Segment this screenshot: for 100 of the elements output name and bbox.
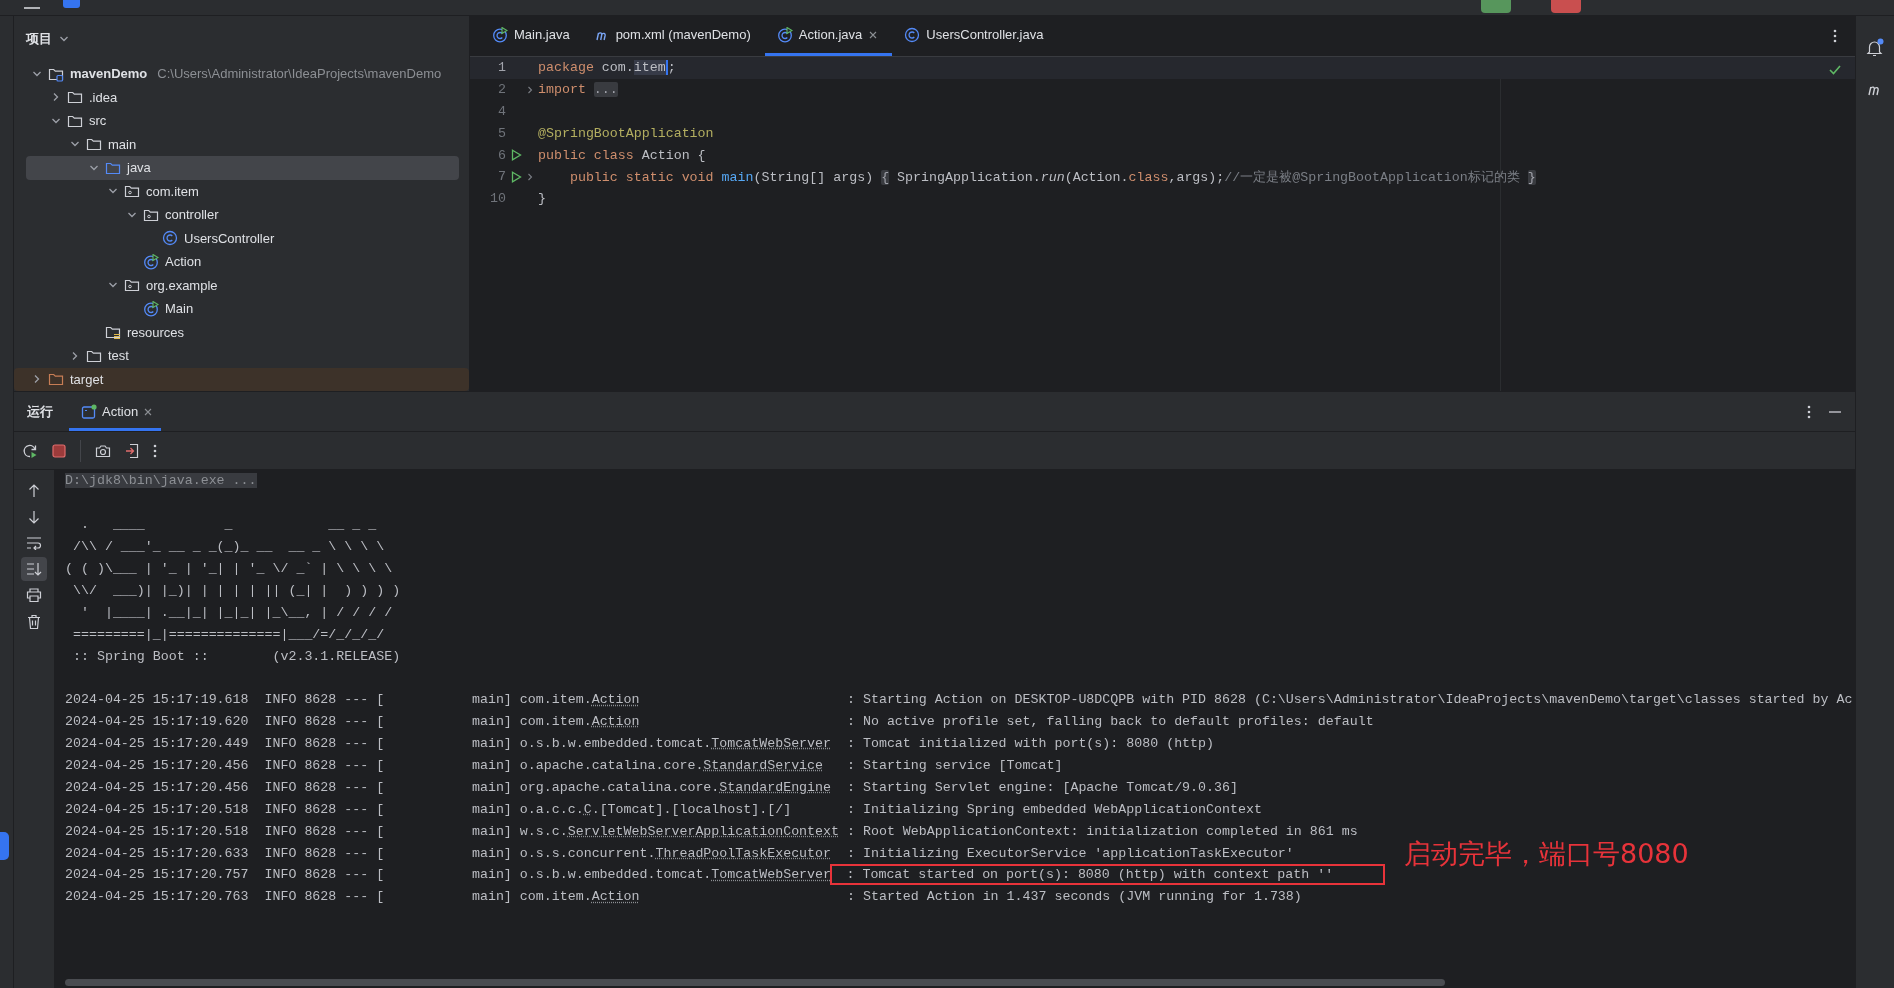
log-prefix: 2024-04-25 15:17:20.518 INFO 8628 --- [ main] [65, 824, 512, 838]
tree-item[interactable]: controller [26, 203, 459, 227]
line-number: 7 [497, 169, 506, 185]
tree-item[interactable]: test [26, 344, 459, 368]
editor-tab[interactable]: Main.java [480, 16, 584, 56]
banner-line: =========|_|==============|___/=/_/_/_/ [71, 627, 385, 641]
package-icon [124, 277, 140, 294]
print-icon[interactable] [26, 588, 42, 602]
log-message: : Tomcat initialized with port(s): 8080 (http) [847, 737, 1215, 751]
log-prefix: 2024-04-25 15:17:20.633 INFO 8628 --- [ main] [65, 846, 512, 860]
folder-icon [86, 136, 102, 153]
tree-item[interactable]: main [26, 132, 459, 156]
banner-line: . ____ _ __ _ _ [79, 518, 377, 532]
code-line: import ... [538, 82, 618, 98]
panel-title: 运行 [27, 402, 53, 421]
code-line: @SpringBootApplication [538, 125, 714, 141]
close-icon[interactable] [143, 406, 154, 417]
project-path: C:\Users\Administrator\IdeaProjects\mavenDemo [157, 66, 442, 82]
banner-line: :: Spring Boot :: (v2.3.1.RELEASE) [71, 649, 401, 663]
log-message: : Starting service [Tomcat] [847, 759, 1063, 772]
logger-name: w.s.c.ServletWebServerApplicationContext [519, 824, 841, 838]
scrollbar-thumb[interactable] [65, 979, 1445, 986]
banner-line: ' |____| .__|_| |_|_| |_\__, | / / / / [79, 605, 393, 619]
editor-tab[interactable]: UsersController.java [892, 16, 1058, 56]
log-message: : No active profile set, falling back to default profiles: default [847, 715, 1374, 729]
log-prefix: 2024-04-25 15:17:20.456 INFO 8628 --- [ main] [65, 759, 512, 772]
editor-tab[interactable]: pom.xml (mavenDemo) [583, 16, 765, 56]
logger-name: o.s.s.concurrent.ThreadPoolTaskExecutor [519, 846, 833, 860]
chevron-icon[interactable] [525, 84, 535, 95]
close-icon[interactable] [868, 29, 879, 40]
runnable-class-icon [492, 26, 508, 43]
logger-name: com.item.Action [519, 890, 641, 904]
logger-name: o.a.c.c.C.[Tomcat].[localhost].[/] [519, 802, 793, 816]
menu-icon[interactable] [24, 4, 40, 12]
logo-icon [63, 0, 80, 8]
check-icon [1829, 65, 1841, 75]
log-prefix: 2024-04-25 15:17:20.456 INFO 8628 --- [ main] [65, 780, 512, 794]
more-icon[interactable] [153, 443, 157, 458]
tree-item[interactable]: Main [26, 297, 459, 321]
annotation-text: 启动完毕，端口号8080 [1404, 837, 1689, 871]
panel-title[interactable]: 项目 [26, 30, 52, 48]
log-message: : Initializing Spring embedded WebApplicationContext [847, 802, 1262, 816]
log-message: : Starting Servlet engine: [Apache Tomcat/9.0.36] [847, 780, 1238, 794]
log-prefix: 2024-04-25 15:17:20.449 INFO 8628 --- [ main] [65, 737, 512, 751]
run-window-icon [81, 403, 97, 420]
trash-icon[interactable] [27, 614, 41, 630]
log-prefix: 2024-04-25 15:17:20.518 INFO 8628 --- [ main] [65, 802, 512, 816]
log-prefix: 2024-04-25 15:17:19.620 INFO 8628 --- [ main] [65, 715, 512, 729]
logger-name: o.s.b.w.embedded.tomcat.TomcatWebServer [519, 868, 833, 882]
tool-window-button[interactable] [0, 832, 9, 860]
tree-item[interactable]: UsersController [26, 226, 459, 250]
line-number: 4 [497, 104, 506, 119]
stop-icon[interactable] [52, 443, 66, 458]
folder-icon [48, 371, 64, 388]
exit-icon[interactable] [125, 442, 139, 459]
tree-item[interactable]: java [26, 156, 459, 180]
tree-item[interactable]: .idea [26, 85, 459, 109]
banner-line: /\\ / ___'_ __ _ _(_)_ __ __ _ \ \ \ \ [71, 540, 385, 554]
class-icon [904, 26, 921, 43]
bell-icon[interactable] [1865, 38, 1885, 58]
log-message: : Tomcat started on port(s): 8080 (http) with context path '' [846, 868, 1334, 882]
rerun-icon[interactable] [22, 442, 38, 459]
arrow-up-icon[interactable] [28, 484, 40, 498]
tree-item[interactable]: org.example [26, 273, 459, 297]
runnable-class-icon [776, 26, 793, 43]
logger-name: com.item.Action [519, 715, 641, 729]
run-tab[interactable]: Action [69, 392, 162, 431]
logger-name: o.apache.catalina.core.StandardService [519, 759, 825, 772]
scroll-to-end-icon [26, 562, 42, 576]
log-prefix: 2024-04-25 15:17:20.757 INFO 8628 --- [ main] [65, 868, 512, 882]
scroll-to-end-button[interactable] [21, 557, 47, 581]
line-number: 10 [489, 191, 506, 207]
chevron-icon[interactable] [525, 171, 535, 182]
tree-item[interactable]: com.item [26, 179, 459, 203]
runnable-class-icon [143, 300, 159, 317]
camera-icon[interactable] [95, 443, 111, 458]
package-icon [124, 183, 140, 200]
tree-item[interactable]: Action [26, 250, 459, 274]
tree-item[interactable]: mavenDemo C:\Users\Administrator\IdeaProjects\mavenDemo [26, 62, 459, 86]
run-icon[interactable] [511, 170, 522, 183]
log-prefix: 2024-04-25 15:17:19.618 INFO 8628 --- [ main] [65, 693, 512, 707]
more-icon[interactable] [1807, 404, 1811, 419]
more-icon[interactable] [1833, 29, 1837, 43]
log-message: : Starting Action on DESKTOP-U8DCQPB with PID 8628 (C:\Users\Administrator\IdeaProjects\mavenDemo\target\classes started by Ac [847, 693, 1853, 707]
banner-line: \\/ ___)| |_)| | | | | || (_| | ) ) ) ) [71, 583, 401, 597]
minimize-icon[interactable] [1829, 410, 1841, 413]
code-line: public class Action { [538, 147, 706, 163]
line-number: 2 [497, 82, 506, 98]
run-icon[interactable] [511, 149, 522, 162]
tree-item[interactable]: target [14, 367, 469, 391]
log-prefix: 2024-04-25 15:17:20.763 INFO 8628 --- [ main] [65, 890, 512, 904]
log-message: : Initializing ExecutorService 'applicationTaskExecutor' [847, 846, 1294, 860]
tree-item[interactable]: resources [26, 320, 459, 344]
arrow-down-icon[interactable] [28, 510, 40, 524]
line-number: 1 [497, 60, 506, 76]
tree-item[interactable]: src [26, 109, 459, 133]
soft-wrap-icon[interactable] [26, 536, 42, 550]
logger-name: com.item.Action [519, 693, 641, 707]
resources-folder-icon [105, 324, 121, 341]
logger-name: org.apache.catalina.core.StandardEngine [519, 780, 833, 794]
